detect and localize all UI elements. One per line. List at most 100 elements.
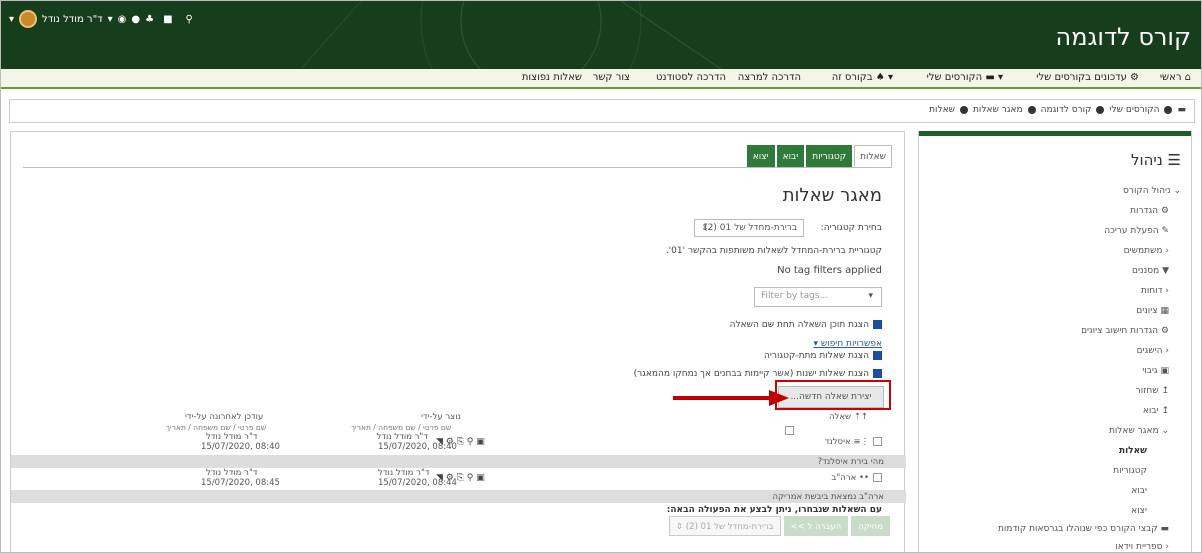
arrow-icon (673, 390, 789, 406)
separator-icon (1027, 106, 1036, 114)
main-navbar: ⌂ ראשי ⚙ עדכונים בקורסים שלי ▾ ▬ הקורסים… (1, 69, 1201, 89)
nav-home[interactable]: ⌂ ראשי (1160, 72, 1191, 83)
nav-course-updates[interactable]: ⚙ עדכונים בקורסים שלי (1036, 72, 1139, 83)
search-icon[interactable]: ⚲ (186, 14, 193, 25)
page-title: מאגר שאלות (782, 185, 882, 206)
tab-import[interactable]: יבוא (776, 145, 805, 167)
user-menu[interactable]: ▾ ד"ר מודל נודל ▾ ◉ ● ♣ ■ ⚲ (9, 8, 193, 30)
row-created-date: 08:44 ,15/07/2020 (378, 478, 457, 488)
crumb-my-courses[interactable]: הקורסים שלי (1109, 105, 1159, 115)
category-label: בחירת קטגוריה: (820, 223, 882, 233)
no-tag-filters: No tag filters applied (777, 265, 882, 276)
nav-faq[interactable]: שאלות נפוצות (522, 72, 582, 83)
crumb-question-bank[interactable]: מאגר שאלות (973, 105, 1023, 115)
admin-reports[interactable]: ‹ דוחות (1141, 286, 1169, 296)
admin-filters[interactable]: ▼ מסננים (1132, 266, 1169, 276)
col-updated-header[interactable]: עודכן לאחרונה על-ידי (185, 412, 263, 422)
nav-student-guide[interactable]: הדרכה לסטודנט (656, 72, 726, 83)
admin-restore[interactable]: ↥ שחזור (1136, 386, 1169, 396)
category-description: קטגוריית ברירת-המחדל לשאלות משותפות בהקש… (665, 246, 882, 256)
separator-icon (1096, 106, 1105, 114)
category-select[interactable]: ברירת-מחדל של 01 (2) ⇕ (694, 219, 804, 237)
admin-block: ☰ ניהול ⌄ ניהול הקורס ⚙ הגדרות ✎ הפעלת ע… (918, 131, 1192, 552)
folder-icon: ▬ (1177, 105, 1186, 115)
nav-my-courses[interactable]: ▾ ▬ הקורסים שלי (927, 72, 1003, 83)
user-name[interactable]: ד"ר מודל נודל (42, 14, 103, 25)
row-creator: ד"ר מודל נודל (378, 468, 430, 478)
row-creator: ד"ר מודל נודל (376, 432, 428, 442)
tab-divider (23, 167, 892, 168)
nav-this-course[interactable]: ▾ ♠ בקורס זה (832, 72, 893, 83)
target-category-select[interactable]: ברירת-מחדל של 01 (2) ⇕ (669, 516, 781, 536)
show-subcategories-option[interactable]: הצגת שאלות מתת-קטגוריה (764, 351, 882, 361)
admin-users[interactable]: ‹ משתמשים (1124, 246, 1169, 256)
show-old-questions-option[interactable]: הצגת שאלות ישנות (אשר קיימות בבחנים אך נ… (634, 369, 882, 379)
admin-title: ☰ ניהול (1131, 151, 1181, 169)
admin-grade-setup[interactable]: ⚙ הגדרות חישוב ציונים (1081, 326, 1169, 336)
admin-qb-questions[interactable]: שאלות (1119, 446, 1147, 456)
chevron-down-icon[interactable]: ▾ (9, 14, 14, 25)
show-text-option[interactable]: הצגת תוכן השאלה תחת שם השאלה (730, 320, 882, 330)
question-row-name[interactable]: •• ארה"ב (831, 473, 882, 483)
bell-icon[interactable]: ♣ (145, 14, 154, 25)
avatar[interactable] (19, 10, 38, 28)
breadcrumb: ▬ הקורסים שלי קורס לדוגמה מאגר שאלות שאל… (9, 99, 1195, 123)
tab-export[interactable]: יצוא (746, 145, 775, 167)
top-header: ▾ ד"ר מודל נודל ▾ ◉ ● ♣ ■ ⚲ קורס לדוגמה (1, 1, 1201, 69)
tab-questions[interactable]: שאלות (854, 145, 892, 167)
question-text-row: מהי בירת איסלנד? (11, 455, 906, 468)
bulk-actions: מחיקה העברה ל >> ברירת-מחדל של 01 (2) ⇕ (669, 516, 890, 536)
nav-contact[interactable]: צור קשר (593, 72, 630, 83)
separator-icon (960, 106, 969, 114)
tag-filter-input[interactable]: Filter by tags... ▾ (754, 287, 882, 307)
admin-question-bank[interactable]: ⌄ מאגר שאלות (1109, 426, 1169, 436)
crumb-course[interactable]: קורס לדוגמה (1041, 105, 1092, 115)
category-select-value: ברירת-מחדל של 01 (2) (704, 223, 797, 233)
admin-video-library[interactable]: ‹ ספריית וידאו (1115, 542, 1169, 552)
updown-icon: ⇕ (701, 223, 709, 233)
admin-grades[interactable]: ▦ ציונים (1136, 306, 1169, 316)
delete-button[interactable]: מחיקה (851, 516, 890, 536)
row-updater: ד"ר מודל נודל (206, 468, 258, 478)
admin-import[interactable]: ↥ יבוא (1143, 406, 1169, 416)
question-text: ארה"ב נמצאת ביבשת אמריקה (772, 492, 884, 502)
admin-qb-categories[interactable]: קטגוריות (1113, 466, 1147, 476)
question-text: מהי בירת איסלנד? (817, 457, 884, 467)
admin-badges[interactable]: ‹ הישגים (1137, 346, 1169, 356)
admin-edit-mode[interactable]: ✎ הפעלת עריכה (1104, 226, 1169, 236)
col-question-header[interactable]: ↑⇡ שאלה (829, 412, 868, 422)
admin-settings[interactable]: ⚙ הגדרות (1130, 206, 1169, 216)
question-text-row: ארה"ב נמצאת ביבשת אמריקה (11, 490, 906, 503)
select-all-checkbox[interactable] (785, 426, 794, 436)
admin-qb-export[interactable]: יצוא (1131, 506, 1147, 516)
admin-stripe (919, 131, 1191, 136)
row-created-date: 08:40 ,15/07/2020 (378, 442, 457, 452)
col-created-header[interactable]: נוצר על-ידי (421, 412, 461, 422)
video-icon[interactable]: ■ (163, 14, 172, 25)
admin-qb-import[interactable]: יבוא (1131, 486, 1147, 496)
row-updated-date: 08:45 ,15/07/2020 (201, 478, 280, 488)
qbank-tabs: שאלות קטגוריות יבוא יצוא (746, 145, 892, 167)
tab-categories[interactable]: קטגוריות (806, 145, 853, 167)
chat-icon[interactable]: ● (131, 14, 140, 25)
separator-icon (1164, 106, 1173, 114)
row-updater: ד"ר מודל נודל (206, 432, 258, 442)
checkbox-icon[interactable] (873, 369, 882, 378)
bulk-actions-label: עם השאלות שנבחרו, ניתן לבצע את הפעולה הב… (666, 505, 882, 515)
admin-course-admin[interactable]: ⌄ ניהול הקורס (1123, 186, 1181, 196)
nav-lecturer-guide[interactable]: הדרכה למרצה (738, 72, 801, 83)
crumb-questions[interactable]: שאלות (929, 105, 955, 115)
admin-legacy-files[interactable]: ▬ קבצי הקורס כפי שנוהלו בגרסאות קודמות (998, 524, 1169, 534)
app-window: ▾ ד"ר מודל נודל ▾ ◉ ● ♣ ■ ⚲ קורס לדוגמה … (0, 0, 1202, 553)
main-content: שאלות קטגוריות יבוא יצוא מאגר שאלות בחיר… (10, 131, 906, 552)
search-options-link[interactable]: אפשרויות חיפוש ▾ (813, 339, 882, 349)
tag-filter-placeholder: Filter by tags... (761, 291, 829, 301)
chevron-down-icon[interactable]: ▾ (108, 14, 113, 25)
globe-icon[interactable]: ◉ (118, 14, 127, 25)
move-to-button[interactable]: העברה ל >> (783, 516, 849, 536)
checkbox-icon[interactable] (873, 320, 882, 329)
checkbox-icon[interactable] (873, 351, 882, 360)
site-title[interactable]: קורס לדוגמה (1056, 23, 1191, 51)
admin-backup[interactable]: ▣ גיבוי (1142, 366, 1169, 376)
question-row-name[interactable]: ⋮≡ איסלנד (825, 437, 882, 447)
